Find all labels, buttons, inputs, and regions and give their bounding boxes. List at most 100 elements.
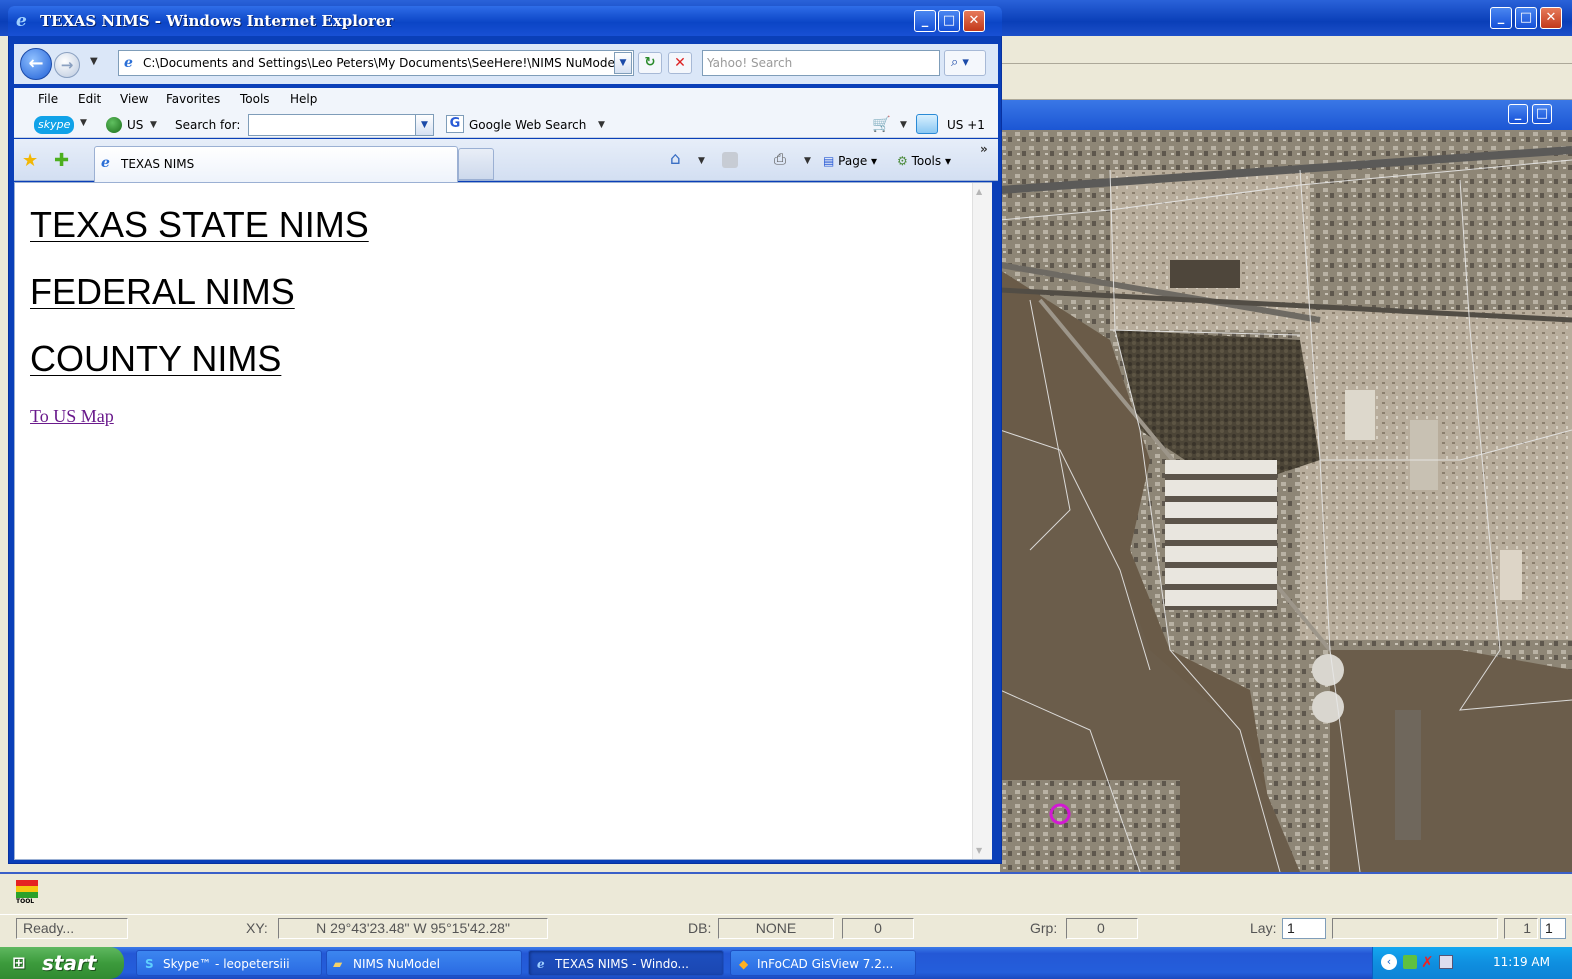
xy-coordinates: N 29°43'23.48" W 95°15'42.28" — [278, 918, 548, 939]
federal-nims-link[interactable]: FEDERAL NIMS — [30, 271, 295, 313]
stop-icon[interactable]: ✕ — [668, 52, 692, 74]
menu-view[interactable]: View — [120, 92, 148, 106]
favorites-star-icon[interactable]: ★ — [22, 150, 38, 171]
windows-logo-icon: ⊞ — [12, 953, 26, 972]
to-us-map-link[interactable]: To US Map — [30, 406, 114, 427]
ie-window-title: TEXAS NIMS - Windows Internet Explorer — [40, 12, 394, 30]
chevron-more-icon[interactable]: » — [980, 142, 988, 156]
menu-edit[interactable]: Edit — [78, 92, 101, 106]
map-maximize-button[interactable]: □ — [1532, 104, 1552, 124]
county-nims-link[interactable]: COUNTY NIMS — [30, 338, 281, 380]
shopping-cart-icon[interactable]: 🛒 — [872, 115, 891, 133]
feeds-icon[interactable] — [722, 152, 738, 168]
search-go-icon[interactable]: ⌕ ▾ — [944, 50, 986, 76]
list-icon[interactable] — [916, 114, 938, 134]
grp-value: 0 — [1066, 918, 1138, 939]
tab-texas-nims[interactable]: e TEXAS NIMS — [94, 146, 458, 182]
start-label: start — [42, 951, 97, 975]
address-dropdown-icon[interactable]: ▼ — [614, 52, 632, 74]
google-icon: G — [446, 115, 464, 133]
us-button[interactable]: US — [126, 115, 144, 135]
gis-map-child-titlebar: _ □ — [1000, 100, 1572, 130]
us-dropdown-icon[interactable]: ▼ — [150, 120, 157, 130]
gis-toolbar — [1000, 64, 1572, 100]
tab-label: TEXAS NIMS — [121, 157, 195, 171]
aerial-map-view[interactable] — [1000, 130, 1572, 872]
db-label: DB: — [688, 920, 712, 936]
ie-close-button[interactable]: ✕ — [963, 10, 985, 32]
search-box[interactable]: Yahoo! Search — [702, 50, 940, 76]
task-texas-nims[interactable]: e TEXAS NIMS - Windo... — [528, 950, 724, 976]
map-minimize-button[interactable]: _ — [1508, 104, 1528, 124]
home-icon[interactable]: ⌂ — [670, 149, 681, 169]
menu-tools[interactable]: Tools — [240, 92, 270, 106]
skype-dropdown-icon[interactable]: ▼ — [80, 118, 87, 128]
ie-maximize-button[interactable]: □ — [938, 10, 960, 32]
layer-input[interactable]: 1 — [1282, 918, 1326, 939]
print-dropdown-icon[interactable]: ▼ — [804, 156, 811, 166]
address-bar[interactable]: C:\Documents and Settings\Leo Peters\My … — [118, 50, 634, 76]
task-nims-numodel[interactable]: ▰ NIMS NuModel — [326, 950, 522, 976]
forward-arrow-icon[interactable]: → — [54, 52, 80, 78]
page-icon: e — [124, 55, 133, 71]
status-right-input[interactable]: 1 — [1540, 918, 1566, 939]
vertical-scrollbar[interactable]: ▲ ▼ — [972, 183, 992, 859]
search-for-label: Search for: — [175, 118, 241, 132]
task-skype-label: Skype™ - leopetersiii — [163, 957, 290, 971]
db-value: NONE — [718, 918, 834, 939]
us-plus-one-button[interactable]: US +1 — [946, 115, 986, 135]
start-button[interactable]: ⊞ start — [0, 947, 124, 979]
task-infocad[interactable]: ◆ InFoCAD GisView 7.2... — [730, 950, 916, 976]
google-dropdown-icon[interactable]: ▼ — [598, 120, 605, 130]
back-arrow-icon[interactable]: ← — [20, 48, 52, 80]
tools-menu-label: Tools — [911, 154, 942, 168]
grp-label: Grp: — [1030, 920, 1058, 936]
tray-display-icon[interactable] — [1439, 955, 1453, 969]
menu-help[interactable]: Help — [290, 92, 317, 106]
new-tab-button[interactable] — [458, 148, 494, 180]
menu-favorites[interactable]: Favorites — [166, 92, 220, 106]
aerial-imagery — [1000, 130, 1572, 872]
skype-task-icon: S — [145, 957, 154, 971]
scroll-down-icon[interactable]: ▼ — [976, 846, 982, 855]
tray-arrow-icon[interactable]: ‹ — [1381, 954, 1397, 970]
gis-maximize-button[interactable]: □ — [1515, 7, 1537, 29]
gis-menu-bar — [1000, 36, 1572, 64]
status-right-value-1: 1 — [1504, 918, 1538, 939]
add-favorite-icon[interactable]: ✚ — [54, 150, 69, 171]
ie-menu-bar — [14, 88, 998, 112]
ie-task-icon: e — [537, 957, 545, 971]
gis-lower-panel — [0, 872, 1572, 914]
ie-minimize-button[interactable]: _ — [914, 10, 936, 32]
refresh-icon[interactable]: ↻ — [638, 52, 662, 74]
skype-button[interactable]: skype — [34, 116, 75, 134]
tray-network-icon[interactable] — [1403, 955, 1417, 969]
gis-minimize-button[interactable]: _ — [1490, 7, 1512, 29]
system-tray: ‹ ✗ 11:19 AM — [1372, 947, 1572, 979]
lay-label: Lay: — [1250, 920, 1277, 936]
task-skype[interactable]: S Skype™ - leopetersiii — [136, 950, 322, 976]
tools-menu-button[interactable]: ⚙ Tools ▾ — [896, 151, 952, 171]
infocad-task-icon: ◆ — [739, 957, 749, 971]
tray-security-icon[interactable]: ✗ — [1421, 953, 1434, 971]
google-web-search-button[interactable]: Google Web Search — [468, 115, 587, 135]
status-ready: Ready... — [16, 918, 128, 939]
home-dropdown-icon[interactable]: ▼ — [698, 156, 705, 166]
gis-close-button[interactable]: ✕ — [1540, 7, 1562, 29]
page-menu-button[interactable]: ▤ Page ▾ — [822, 151, 878, 171]
tool-icon[interactable]: TOOL — [16, 880, 38, 906]
search-for-input[interactable]: ▼ — [248, 114, 434, 136]
history-dropdown-icon[interactable]: ▼ — [90, 56, 98, 67]
page-menu-label: Page — [838, 154, 868, 168]
gis-status-bar: Ready... XY: N 29°43'23.48" W 95°15'42.2… — [0, 914, 1572, 942]
tools-gear-icon: ⚙ — [897, 154, 912, 168]
search-for-dropdown-icon[interactable]: ▼ — [415, 115, 433, 135]
tool-icon-label: TOOL — [16, 898, 35, 905]
task-ie-label: TEXAS NIMS - Windo... — [555, 957, 689, 971]
cart-dropdown-icon[interactable]: ▼ — [900, 120, 907, 130]
scroll-up-icon[interactable]: ▲ — [976, 187, 982, 196]
menu-file[interactable]: File — [38, 92, 58, 106]
folder-icon: ▰ — [333, 957, 343, 971]
texas-state-nims-link[interactable]: TEXAS STATE NIMS — [30, 204, 369, 246]
print-icon[interactable]: ⎙ — [774, 150, 786, 168]
